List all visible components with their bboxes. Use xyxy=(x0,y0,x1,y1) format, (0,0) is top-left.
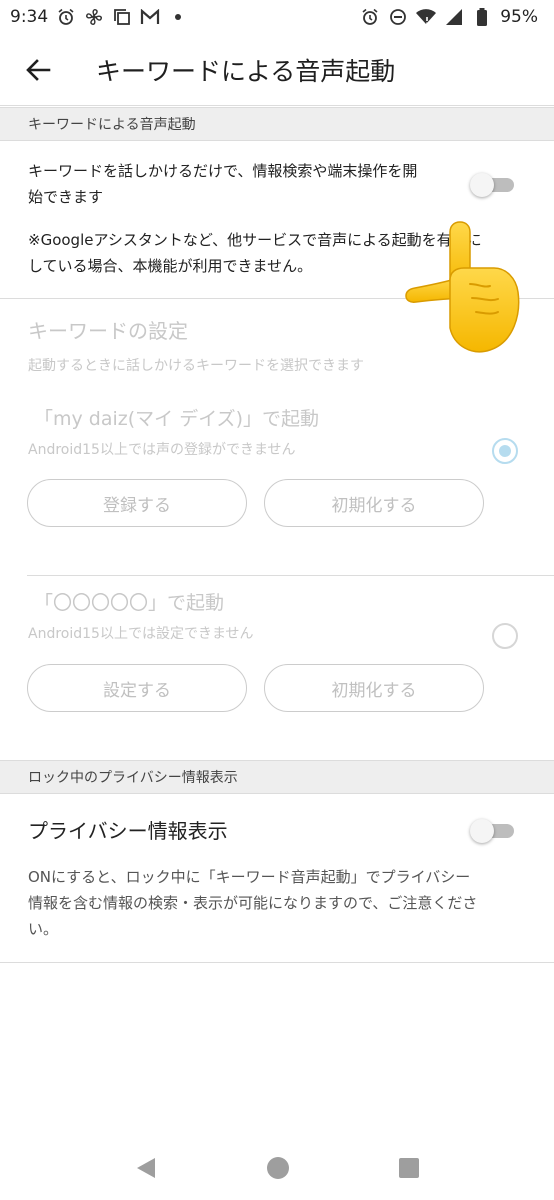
privacy-display-title: プライバシー情報表示 xyxy=(28,819,228,843)
keyword-option-mydaiz-radio[interactable] xyxy=(492,438,518,464)
battery-percent: 95% xyxy=(500,7,538,27)
reset-custom-button[interactable]: 初期化する xyxy=(264,664,484,712)
section-header-voice-activation: キーワードによる音声起動 xyxy=(0,107,554,141)
privacy-display-description: ONにすると、ロック中に「キーワード音声起動」でプライバシー 情報を含む情報の検… xyxy=(28,868,478,938)
copy-icon xyxy=(112,7,132,27)
keyword-option-mydaiz-note: Android15以上では声の登録ができません xyxy=(28,442,296,458)
home-circle-icon[interactable] xyxy=(266,1156,290,1184)
privacy-display-toggle[interactable] xyxy=(470,819,514,843)
back-button[interactable] xyxy=(0,34,76,106)
keyword-settings-subtitle: 起動するときに話しかけるキーワードを選択できます xyxy=(28,358,364,374)
status-time: 9:34 xyxy=(10,7,49,27)
keyword-option-custom-radio[interactable] xyxy=(492,623,518,649)
set-keyword-button[interactable]: 設定する xyxy=(27,664,247,712)
signal-icon xyxy=(444,7,464,27)
reset-mydaiz-button[interactable]: 初期化する xyxy=(264,479,484,527)
arrow-left-icon xyxy=(26,58,51,81)
status-bar: 9:34 95% xyxy=(0,0,554,34)
app-bar: キーワードによる音声起動 xyxy=(0,34,554,106)
keyword-settings-title: キーワードの設定 xyxy=(28,319,188,343)
alarm-icon xyxy=(56,7,76,27)
keyword-option-custom-title: 「〇〇〇〇〇」で起動 xyxy=(34,592,225,614)
alarm-icon xyxy=(360,7,380,27)
gmail-icon xyxy=(140,7,160,27)
keyword-option-custom-note: Android15以上では設定できません xyxy=(28,626,254,642)
divider xyxy=(0,962,554,963)
divider xyxy=(27,575,554,576)
dot-icon xyxy=(168,7,188,27)
register-voice-button[interactable]: 登録する xyxy=(27,479,247,527)
system-nav-bar xyxy=(0,1140,554,1200)
battery-icon xyxy=(472,7,492,27)
fan-icon xyxy=(84,7,104,27)
section-header-privacy: ロック中のプライバシー情報表示 xyxy=(0,760,554,794)
voice-activation-description: キーワードを話しかけるだけで、情報検索や端末操作を開 始できます xyxy=(28,162,418,206)
dnd-icon xyxy=(388,7,408,27)
recents-square-icon[interactable] xyxy=(399,1158,420,1182)
back-triangle-icon[interactable] xyxy=(135,1157,157,1183)
voice-activation-toggle[interactable] xyxy=(470,173,514,197)
keyword-option-mydaiz-title: 「my daiz(マイ デイズ)」で起動 xyxy=(34,408,320,430)
page-title: キーワードによる音声起動 xyxy=(96,56,396,86)
pointing-hand-emoji xyxy=(405,221,520,353)
wifi-icon xyxy=(416,7,437,27)
